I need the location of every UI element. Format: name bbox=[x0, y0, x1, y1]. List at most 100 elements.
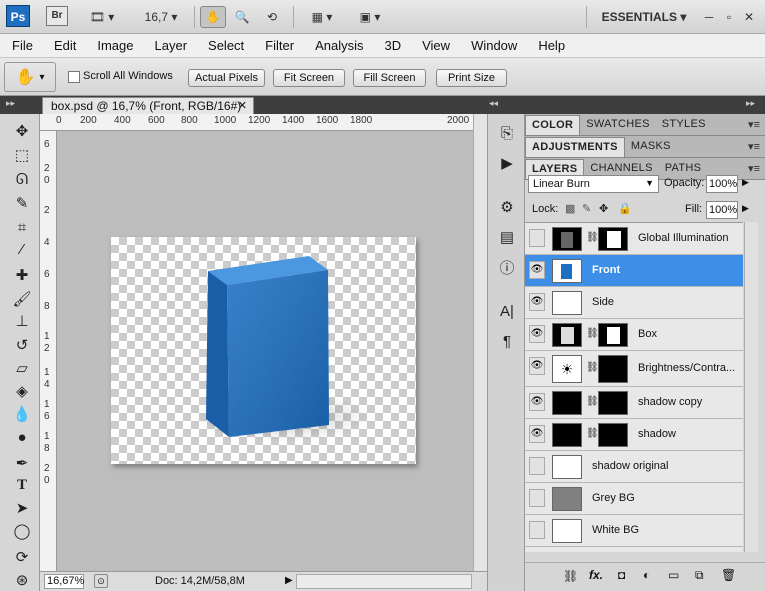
visibility-toggle[interactable] bbox=[529, 457, 545, 475]
move-tool-icon[interactable]: ✥ bbox=[9, 120, 35, 142]
menu-select[interactable]: Select bbox=[196, 38, 253, 53]
fill-field[interactable]: 100% bbox=[706, 201, 738, 219]
tab-masks[interactable]: MASKS bbox=[625, 137, 677, 157]
blur-tool-icon[interactable]: 💧 bbox=[9, 403, 35, 425]
panel-menu-icon[interactable]: ▾≡ bbox=[743, 118, 765, 135]
layer-row[interactable]: White BG bbox=[525, 515, 743, 547]
menu-3d[interactable]: 3D bbox=[372, 38, 410, 53]
vertical-scrollbar[interactable] bbox=[473, 114, 487, 571]
menu-file[interactable]: File bbox=[0, 38, 42, 53]
actual-pixels-button[interactable]: Actual Pixels bbox=[188, 69, 265, 87]
tab-swatches[interactable]: SWATCHES bbox=[580, 115, 656, 135]
menu-edit[interactable]: Edit bbox=[42, 38, 85, 53]
link-icon[interactable]: ⛓ bbox=[563, 569, 578, 583]
ellipse-tool-icon[interactable]: ◯ bbox=[9, 520, 35, 542]
status-zoom-field[interactable]: 16,67% bbox=[44, 574, 84, 589]
navigator-panel-icon[interactable]: ▤ bbox=[496, 226, 518, 248]
collapse-icons-icon[interactable]: ◂◂ bbox=[489, 98, 498, 109]
layer-row[interactable]: Grey BG bbox=[525, 483, 743, 515]
eraser-tool-icon[interactable]: ▱ bbox=[9, 357, 35, 379]
maximize-button[interactable]: ▫ bbox=[720, 6, 738, 28]
layer-row[interactable]: 👁 ☀ ⛓ Brightness/Contra... bbox=[525, 351, 743, 387]
path-selection-tool-icon[interactable]: ➤ bbox=[9, 497, 35, 519]
bridge-button[interactable]: Br bbox=[46, 6, 68, 26]
layer-row[interactable]: shadow original bbox=[525, 451, 743, 483]
layer-row[interactable]: 👁 Side bbox=[525, 287, 743, 319]
paint-bucket-tool-icon[interactable]: ◈ bbox=[9, 380, 35, 402]
clone-stamp-tool-icon[interactable]: ⊥ bbox=[9, 310, 35, 332]
collapse-panels-icon[interactable]: ▸▸ bbox=[746, 98, 755, 109]
menu-window[interactable]: Window bbox=[459, 38, 526, 53]
lock-all-icon[interactable]: 🔒 bbox=[618, 202, 632, 215]
eye-icon[interactable]: 👁 bbox=[529, 325, 545, 343]
menu-view[interactable]: View bbox=[410, 38, 459, 53]
print-size-button[interactable]: Print Size bbox=[436, 69, 507, 87]
group-icon[interactable]: ▭ bbox=[668, 568, 679, 582]
paragraph-panel-icon[interactable]: ¶ bbox=[496, 330, 518, 352]
3d-orbit-tool-icon[interactable]: ⊛ bbox=[9, 569, 35, 591]
document-canvas[interactable] bbox=[111, 237, 416, 464]
status-info-icon[interactable]: ⊙ bbox=[94, 574, 108, 588]
eyedropper-tool-icon[interactable]: ⁄ bbox=[9, 238, 35, 260]
close-button[interactable]: ✕ bbox=[740, 6, 758, 28]
tab-paths[interactable]: PATHS bbox=[659, 159, 708, 179]
fx-icon[interactable]: fx. bbox=[589, 568, 603, 582]
visibility-toggle[interactable] bbox=[529, 489, 545, 507]
3d-rotate-tool-icon[interactable]: ⟳ bbox=[9, 546, 35, 568]
layer-row[interactable]: 👁 ⛓ Box bbox=[525, 319, 743, 351]
pen-tool-icon[interactable]: ✒ bbox=[9, 452, 35, 474]
brush-tool-icon[interactable]: 🖌 bbox=[9, 288, 35, 310]
layer-row[interactable]: 👁 Front bbox=[525, 255, 743, 287]
eye-icon[interactable]: 👁 bbox=[529, 293, 545, 311]
hand-tool-button[interactable]: ✋ bbox=[200, 6, 226, 28]
screen-mode-button[interactable]: ▣ ▾ bbox=[350, 6, 390, 28]
menu-filter[interactable]: Filter bbox=[253, 38, 303, 53]
history-brush-tool-icon[interactable]: ↺ bbox=[9, 334, 35, 356]
visibility-toggle[interactable] bbox=[529, 521, 545, 539]
crop-tool-icon[interactable]: ⌗ bbox=[9, 216, 35, 238]
marquee-tool-icon[interactable]: ⬚ bbox=[9, 144, 35, 166]
mask-icon[interactable]: ◘ bbox=[618, 568, 625, 582]
character-panel-icon[interactable]: A| bbox=[496, 300, 518, 322]
lock-transparency-icon[interactable]: ▩ bbox=[565, 202, 575, 215]
fit-screen-button[interactable]: Fit Screen bbox=[273, 69, 345, 87]
layer-row[interactable]: 👁 ⛓ shadow bbox=[525, 419, 743, 451]
history-panel-icon[interactable]: ⎘ bbox=[496, 122, 518, 144]
opacity-field[interactable]: 100% bbox=[706, 175, 738, 193]
zoom-tool-button[interactable]: 🔍 bbox=[230, 6, 254, 28]
layer-row[interactable]: ⛓ Global Illumination bbox=[525, 223, 743, 255]
visibility-toggle[interactable] bbox=[529, 229, 545, 247]
status-menu-arrow-icon[interactable]: ▶ bbox=[285, 575, 293, 586]
view-extras-button[interactable]: 🎞 ▾ bbox=[82, 6, 122, 28]
trash-icon[interactable]: 🗑 bbox=[721, 568, 736, 582]
eye-icon[interactable]: 👁 bbox=[529, 393, 545, 411]
new-layer-icon[interactable]: ⧉ bbox=[695, 568, 704, 583]
lasso-tool-icon[interactable]: ᘏ bbox=[9, 168, 35, 190]
tool-preset-picker[interactable]: ✋ ▾ bbox=[4, 62, 56, 92]
horizontal-scrollbar[interactable] bbox=[296, 574, 472, 589]
tab-color[interactable]: COLOR bbox=[525, 115, 581, 135]
layers-scrollbar[interactable] bbox=[744, 222, 758, 552]
lock-pixels-icon[interactable]: ✎ bbox=[582, 202, 591, 215]
menu-help[interactable]: Help bbox=[526, 38, 574, 53]
quick-selection-tool-icon[interactable]: ✎ bbox=[9, 192, 35, 214]
healing-brush-tool-icon[interactable]: ✚ bbox=[9, 264, 35, 286]
dodge-tool-icon[interactable]: ● bbox=[9, 426, 35, 448]
rotate-view-button[interactable]: ⟲ bbox=[259, 6, 285, 28]
eye-icon[interactable]: 👁 bbox=[529, 357, 545, 375]
blend-mode-dropdown[interactable]: Linear Burn ▼ bbox=[528, 175, 659, 193]
type-tool-icon[interactable]: T bbox=[9, 474, 35, 496]
panel-menu-icon[interactable]: ▾≡ bbox=[743, 140, 765, 157]
lock-position-icon[interactable]: ✥ bbox=[599, 202, 608, 215]
opacity-slider-icon[interactable]: ▶ bbox=[742, 177, 749, 188]
menu-image[interactable]: Image bbox=[85, 38, 142, 53]
expand-toolbox-icon[interactable]: ▸▸ bbox=[6, 98, 15, 109]
layer-row[interactable]: 👁 ⛓ shadow copy bbox=[525, 387, 743, 419]
menu-analysis[interactable]: Analysis bbox=[303, 38, 372, 53]
zoom-level-dropdown[interactable]: 16,7 ▾ bbox=[136, 6, 186, 28]
actions-panel-icon[interactable]: ▶ bbox=[496, 152, 518, 174]
workspace-switcher[interactable]: ESSENTIALS ▾ bbox=[596, 6, 692, 28]
fill-screen-button[interactable]: Fill Screen bbox=[353, 69, 426, 87]
minimize-button[interactable]: ─ bbox=[700, 6, 718, 28]
eye-icon[interactable]: 👁 bbox=[529, 425, 545, 443]
